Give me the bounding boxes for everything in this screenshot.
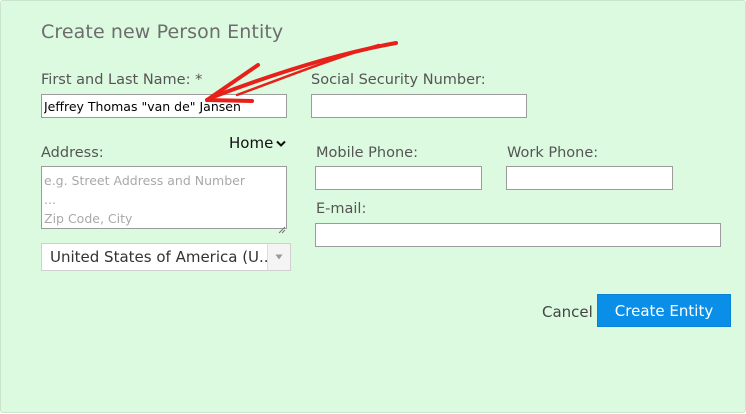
triangle-down-icon bbox=[267, 244, 290, 270]
cancel-button[interactable]: Cancel bbox=[542, 303, 593, 321]
work-input[interactable] bbox=[506, 166, 673, 190]
create-person-dialog: Create new Person Entity First and Last … bbox=[0, 0, 746, 413]
ssn-label: Social Security Number: bbox=[311, 72, 486, 88]
address-type-select[interactable]: Home bbox=[229, 134, 287, 152]
address-textarea[interactable] bbox=[41, 166, 287, 229]
name-input[interactable] bbox=[41, 94, 287, 118]
ssn-input[interactable] bbox=[311, 94, 527, 118]
resize-grip-icon[interactable] bbox=[277, 219, 286, 234]
country-value: United States of America (U... bbox=[50, 248, 267, 266]
mobile-label: Mobile Phone: bbox=[316, 145, 418, 161]
mobile-input[interactable] bbox=[315, 166, 482, 190]
dialog-title: Create new Person Entity bbox=[41, 21, 284, 43]
country-select[interactable]: United States of America (U... bbox=[41, 243, 291, 271]
email-label: E-mail: bbox=[316, 201, 367, 217]
address-field-wrap bbox=[41, 166, 287, 234]
chevron-down-icon bbox=[276, 134, 287, 152]
address-label: Address: bbox=[41, 145, 104, 161]
name-label: First and Last Name: * bbox=[41, 72, 203, 88]
email-input[interactable] bbox=[315, 223, 721, 247]
address-type-value: Home bbox=[229, 134, 274, 152]
work-label: Work Phone: bbox=[507, 145, 599, 161]
create-entity-button[interactable]: Create Entity bbox=[597, 294, 731, 327]
